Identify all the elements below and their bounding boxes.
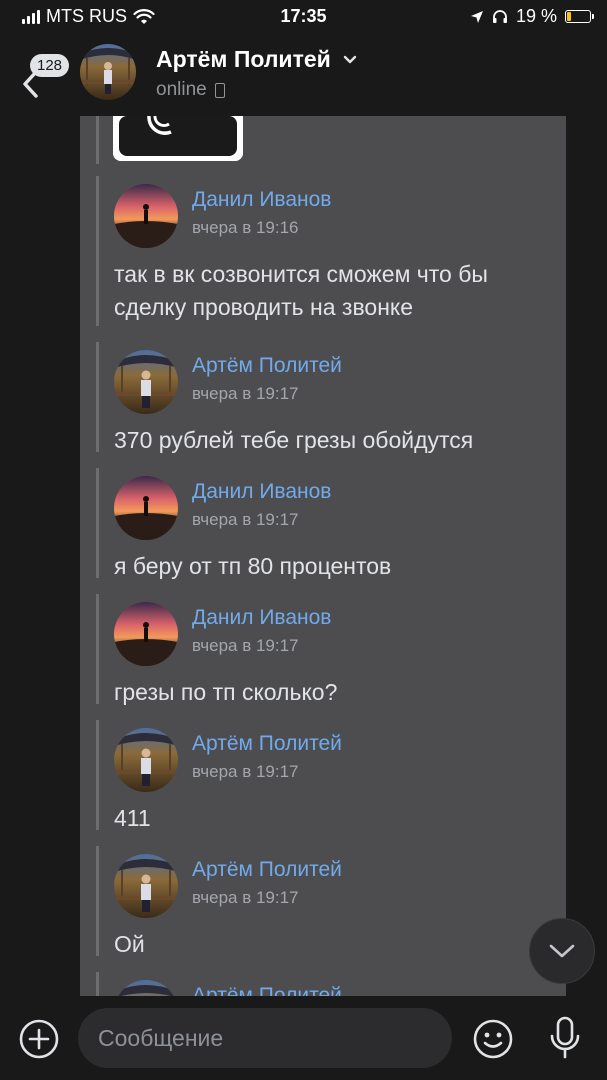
author-avatar[interactable] — [114, 350, 178, 414]
status-right: 19 % — [470, 6, 594, 27]
message-text: так в вк созвонится сможем что бы сделку… — [114, 261, 488, 320]
unread-badge: 128 — [30, 54, 70, 77]
attach-button[interactable] — [18, 1018, 60, 1060]
message-text: 411 — [114, 805, 151, 831]
contact-status-text: online — [156, 79, 207, 100]
author-avatar[interactable] — [114, 184, 178, 248]
forwarded-message[interactable]: Данил Иванов вчера в 19:16 так в вк созвон… — [96, 176, 566, 326]
message-time: вчера в 19:16 — [192, 218, 299, 237]
quote-line — [96, 846, 99, 956]
message-time: вчера в 19:17 — [192, 888, 299, 907]
author-avatar[interactable] — [114, 602, 178, 666]
composer-bar — [0, 996, 607, 1080]
author-avatar[interactable] — [114, 728, 178, 792]
message-time: вчера в 19:17 — [192, 510, 299, 529]
microphone-icon — [550, 1016, 580, 1059]
author-name[interactable]: Данил Иванов — [192, 606, 331, 630]
forwarded-message[interactable]: Артём Политей вчера в 19:17 370 рублей теб… — [96, 342, 566, 453]
quote-line — [96, 116, 99, 164]
contact-name[interactable]: Артём Политей — [156, 46, 357, 73]
status-bar: MTS RUS 17:35 19 % — [0, 0, 607, 34]
author-name[interactable]: Артём Политей — [192, 732, 342, 756]
message-text: грезы по тп сколько? — [114, 679, 338, 705]
chat-header: 128 Артём Политей online — [0, 34, 607, 110]
quote-line — [96, 176, 99, 326]
headphones-icon — [492, 10, 507, 23]
emoji-button[interactable] — [472, 1018, 514, 1060]
location-arrow-icon — [470, 10, 483, 23]
author-name[interactable]: Артём Политей — [192, 858, 342, 882]
plus-circle-icon — [19, 1019, 59, 1059]
scroll-down-button[interactable] — [529, 918, 595, 984]
author-name[interactable]: Артём Политей — [192, 354, 342, 378]
quote-line — [96, 594, 99, 704]
message-time: вчера в 19:17 — [192, 636, 299, 655]
quote-line — [96, 720, 99, 830]
smile-icon — [473, 1019, 513, 1059]
message-text: 370 рублей тебе грезы обойдутся — [114, 427, 474, 453]
author-avatar[interactable] — [114, 980, 178, 996]
contact-status: online — [156, 79, 225, 101]
chat-area[interactable]: Данил Иванов вчера в 19:16 так в вк созвон… — [0, 110, 607, 996]
forwarded-message[interactable]: Артём Политей — [96, 972, 566, 996]
author-name[interactable]: Артём Политей — [192, 984, 342, 996]
author-name[interactable]: Данил Иванов — [192, 480, 331, 504]
back-button[interactable]: 128 — [10, 44, 72, 98]
quote-line — [96, 468, 99, 578]
chevron-down-icon — [549, 944, 575, 958]
contact-avatar[interactable] — [80, 44, 136, 100]
message-time: вчера в 19:17 — [192, 384, 299, 403]
quote-line — [96, 342, 99, 452]
battery-percent: 19 % — [515, 6, 557, 26]
contact-name-text: Артём Политей — [156, 46, 331, 72]
chevron-down-icon — [343, 55, 356, 64]
author-name[interactable]: Данил Иванов — [192, 188, 331, 212]
forwarded-message[interactable]: Данил Иванов вчера в 19:17 грезы по тп ско… — [96, 594, 566, 705]
message-text: я беру от тп 80 процентов — [114, 553, 392, 579]
author-avatar[interactable] — [114, 476, 178, 540]
quote-line — [96, 972, 99, 996]
message-text: Ой — [114, 931, 145, 957]
author-avatar[interactable] — [114, 854, 178, 918]
forwarded-messages-card[interactable]: Данил Иванов вчера в 19:16 так в вк созвон… — [80, 116, 566, 996]
voice-message-button[interactable] — [546, 1014, 584, 1062]
attached-image[interactable] — [113, 116, 243, 161]
mobile-phone-icon — [214, 82, 225, 98]
forwarded-message[interactable]: Артём Политей вчера в 19:17 Ой — [96, 846, 566, 957]
message-input[interactable] — [78, 1008, 452, 1068]
forwarded-message[interactable]: Артём Политей вчера в 19:17 411 — [96, 720, 566, 831]
battery-fill — [567, 12, 572, 21]
message-time: вчера в 19:17 — [192, 762, 299, 781]
forwarded-message[interactable]: Данил Иванов вчера в 19:17 я беру от тп 80… — [96, 468, 566, 579]
battery-charging-icon — [565, 10, 594, 23]
